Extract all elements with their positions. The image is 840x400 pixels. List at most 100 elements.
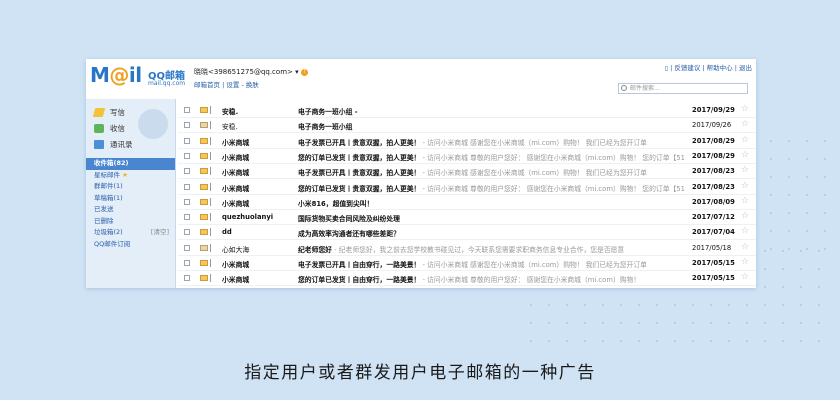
folder-item[interactable]: 垃圾箱(2) [清空] [86, 227, 175, 239]
star-toggle-icon[interactable]: ☆ [741, 135, 749, 145]
mail-row[interactable]: 小米商城 小米816，超值到尖叫！ 2017/08/09 ☆ [178, 195, 756, 210]
search-placeholder: 邮件搜索... [630, 85, 660, 92]
background-dot [800, 304, 802, 306]
background-dot [710, 322, 712, 324]
row-checkbox[interactable] [184, 137, 190, 144]
attachment-icon [210, 121, 213, 130]
background-dot [764, 268, 766, 270]
row-checkbox[interactable] [184, 168, 190, 175]
folder-label: 已删除 [94, 216, 114, 225]
account-links[interactable]: 邮箱首页 | 设置 - 换肤 [194, 79, 259, 89]
mail-date: 2017/07/12 [692, 213, 735, 222]
folder-item[interactable]: QQ邮件订阅 [86, 239, 175, 251]
mail-header: M@il QQ邮箱 mail.qq.com 晓晓<398651275@qq.co… [86, 59, 756, 95]
mail-row[interactable]: quezhuolanyi 国际货物买卖合同风险及纠纷处理 2017/07/12 ☆ [178, 210, 756, 226]
sidebar: 写信 收信 通讯录 收件箱(82) 星标邮件 ★ 群邮件(1) 草稿箱(1) 已发送 已删… [86, 99, 176, 288]
mail-row[interactable]: 小米商城 您的订单已发货丨贵意双握，拍人更美！ - 访问小米商城 尊敬的用户您好：… [178, 149, 756, 164]
star-toggle-icon[interactable]: ☆ [741, 150, 749, 160]
star-toggle-icon[interactable]: ☆ [741, 257, 749, 267]
folder-item[interactable]: 草稿箱(1) [86, 193, 175, 205]
row-checkbox[interactable] [184, 183, 190, 190]
row-checkbox[interactable] [184, 107, 190, 113]
qq-mail-logo[interactable]: M@il QQ邮箱 mail.qq.com [90, 63, 190, 93]
folder-item[interactable]: 已发送 [86, 204, 175, 216]
mail-date: 2017/08/29 [692, 136, 735, 145]
mail-sender: 小米商城 [222, 276, 250, 285]
envelope-icon [200, 244, 208, 251]
background-dot [782, 286, 784, 288]
background-dot [764, 340, 766, 342]
background-dot [788, 230, 790, 232]
background-dot [770, 194, 772, 196]
mail-row[interactable]: dd 成为高效率沟通者还有哪些差距？ 2017/07/04 ☆ [178, 225, 756, 241]
mail-subject: 您的订单已发货丨自由穿行，一路美景！ - 访问小米商城 尊敬的用户您好： 感谢您… [298, 274, 684, 284]
mail-row[interactable]: 小米商城 电子发票已开具丨自由穿行，一路美景！ - 访问小米商城 感谢您在小米商城… [178, 256, 756, 271]
row-checkbox[interactable] [184, 244, 190, 251]
star-toggle-icon[interactable]: ☆ [741, 272, 749, 282]
folder-item[interactable]: 星标邮件 ★ [86, 170, 175, 182]
background-dot [818, 304, 820, 306]
star-toggle-icon[interactable]: ☆ [741, 242, 749, 252]
background-dot [548, 340, 550, 342]
row-checkbox[interactable] [184, 229, 190, 236]
attachment-icon [210, 274, 213, 283]
row-checkbox[interactable] [184, 122, 190, 129]
folder-item[interactable]: 群邮件(1) [86, 181, 175, 193]
mail-subject: 您的订单已发货丨贵意双握，拍人更美！ - 访问小米商城 尊敬的用户您好： 感谢您… [298, 183, 684, 193]
star-toggle-icon[interactable]: ☆ [741, 211, 749, 221]
mail-date: 2017/07/04 [692, 228, 735, 237]
background-dot [638, 340, 640, 342]
star-toggle-icon[interactable]: ☆ [741, 119, 749, 129]
mail-row[interactable]: 安稳. 电子商务一班小组 - 2017/09/29 ☆ [178, 103, 756, 118]
search-input[interactable]: 邮件搜索... [618, 83, 748, 94]
row-checkbox[interactable] [184, 152, 190, 159]
row-checkbox[interactable] [184, 260, 190, 266]
background-dot [728, 322, 730, 324]
folder-item[interactable]: 收件箱(82) [86, 158, 175, 170]
background-dot [710, 304, 712, 306]
account-dropdown-icon[interactable]: ▾ [295, 68, 299, 76]
background-dot [674, 304, 676, 306]
contacts-button[interactable]: 通讯录 [94, 136, 175, 152]
background-dot [764, 322, 766, 324]
background-dot [656, 322, 658, 324]
attachment-icon [210, 197, 213, 206]
star-toggle-icon[interactable]: ☆ [741, 104, 749, 114]
background-dot [818, 250, 820, 252]
row-checkbox[interactable] [184, 275, 190, 282]
background-dot [692, 322, 694, 324]
star-toggle-icon[interactable]: ☆ [741, 165, 749, 175]
row-checkbox[interactable] [184, 214, 190, 221]
top-links[interactable]: ▯ | 反馈建议 | 帮助中心 | 退出 [664, 62, 752, 72]
attachment-icon [210, 136, 213, 145]
star-toggle-icon[interactable]: ☆ [741, 181, 749, 191]
background-dot [818, 322, 820, 324]
attachment-icon [210, 106, 213, 114]
warning-icon[interactable]: ! [300, 68, 308, 76]
mail-subject: 成为高效率沟通者还有哪些差距？ [298, 228, 684, 238]
mail-row[interactable]: 小米商城 电子发票已开具丨贵意双握，拍人更美！ - 访问小米商城 感谢您在小米商城… [178, 134, 756, 149]
mail-preview: - 访问小米商城 感谢您在小米商城（mi.com）购物！ 我们已经为您开订单 [420, 169, 647, 178]
background-dot [770, 212, 772, 214]
background-dot [824, 158, 826, 160]
mail-row[interactable]: 小米商城 电子发票已开具丨贵意双握，拍人更美！ - 访问小米商城 感谢您在小米商城… [178, 164, 756, 180]
star-toggle-icon[interactable]: ☆ [741, 226, 749, 236]
row-checkbox[interactable] [184, 198, 190, 205]
account-name[interactable]: 晓晓<398651275@qq.com> ▾ ! [194, 67, 308, 77]
background-dot [800, 286, 802, 288]
background-dot [788, 176, 790, 178]
mail-row[interactable]: 安稳. 电子商务一班小组 2017/09/26 ☆ [178, 118, 756, 134]
mail-row[interactable]: 小米商城 您的订单已发货丨自由穿行，一路美景！ - 访问小米商城 尊敬的用户您好：… [178, 271, 756, 287]
background-dot [806, 176, 808, 178]
background-dot [602, 340, 604, 342]
mail-subject-text: 电子商务一班小组 [298, 123, 353, 132]
mail-row[interactable]: 心如大海 纪老师您好 - 纪老师您好，我之前去您学校教书碰见过，今天联系您需要求职… [178, 241, 756, 256]
background-dot [620, 340, 622, 342]
folder-item[interactable]: 已删除 [86, 216, 175, 228]
empty-trash-link[interactable]: [清空] [151, 227, 169, 239]
star-toggle-icon[interactable]: ☆ [741, 196, 749, 206]
background-dot [824, 140, 826, 142]
mail-row[interactable]: 小米商城 您的订单已发货丨贵意双握，拍人更美！ - 访问小米商城 尊敬的用户您好：… [178, 180, 756, 195]
background-dot [782, 340, 784, 342]
background-dot [764, 286, 766, 288]
